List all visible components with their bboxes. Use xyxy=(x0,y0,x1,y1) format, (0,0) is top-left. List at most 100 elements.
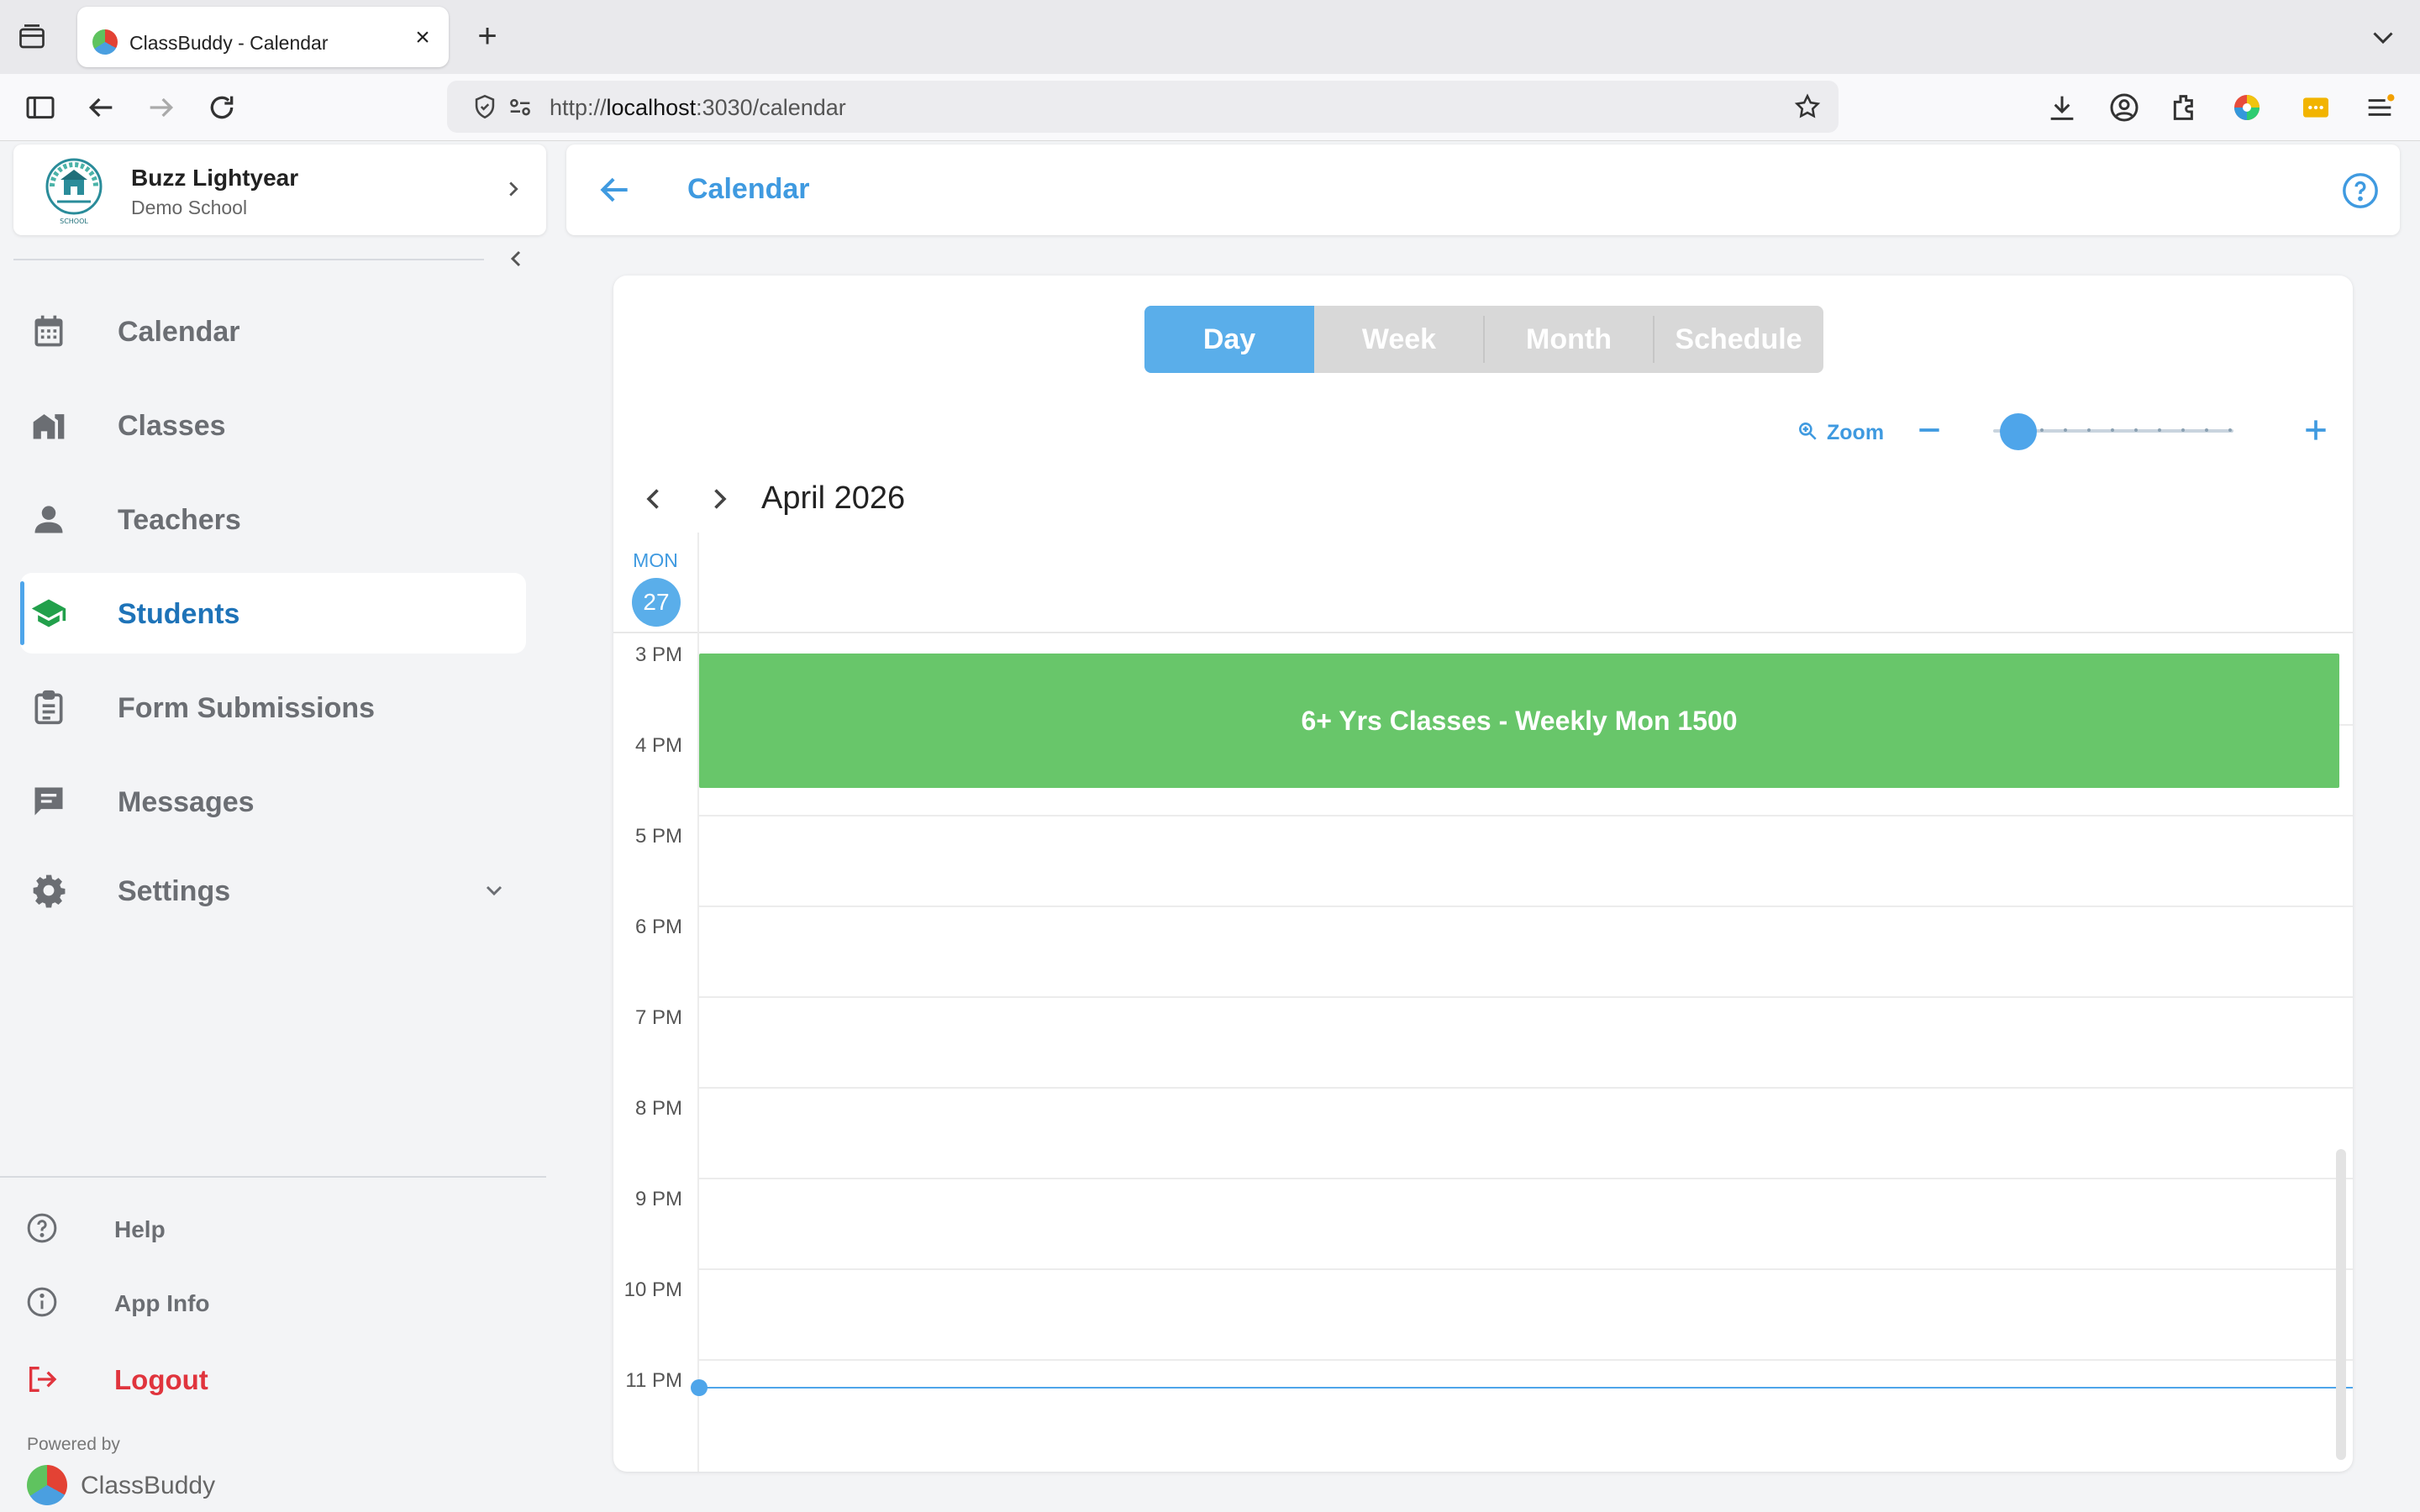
calendar-event[interactable]: 6+ Yrs Classes - Weekly Mon 1500 xyxy=(699,654,2339,788)
hour-line xyxy=(697,1087,2353,1089)
chevron-down-icon[interactable] xyxy=(481,877,508,904)
chevron-right-icon[interactable] xyxy=(501,176,526,202)
hour-label: 11 PM xyxy=(625,1369,682,1392)
zoom-icon xyxy=(1799,423,1817,440)
scrollbar[interactable] xyxy=(2336,1149,2346,1460)
view-month-button[interactable]: Month xyxy=(1484,306,1654,373)
logout-icon xyxy=(29,1367,57,1392)
view-day-button[interactable]: Day xyxy=(1144,306,1314,373)
hour-line xyxy=(697,1178,2353,1179)
profile-school: Demo School xyxy=(131,197,248,218)
reload-icon[interactable] xyxy=(205,91,239,124)
hour-label: 7 PM xyxy=(634,1006,682,1029)
logout-label: Logout xyxy=(114,1364,208,1395)
sidebar-item-label: Settings xyxy=(118,875,231,907)
sidebar-item-label: Students xyxy=(118,598,240,630)
help-circle-icon[interactable] xyxy=(2341,171,2380,210)
page-header: Calendar xyxy=(566,144,2400,235)
zoom-tick xyxy=(2111,428,2114,432)
logout-button[interactable]: Logout xyxy=(25,1354,361,1404)
divider xyxy=(0,1176,546,1178)
account-icon[interactable] xyxy=(2107,91,2141,124)
sidebar: SCHOOL Buzz Lightyear Demo School Calend… xyxy=(0,141,546,1512)
forward-icon[interactable] xyxy=(145,91,178,124)
menu-icon[interactable] xyxy=(2363,91,2396,124)
chevron-down-icon[interactable] xyxy=(2368,22,2398,52)
browser-tab[interactable]: ClassBuddy - Calendar × xyxy=(77,7,449,67)
zoom-tick xyxy=(2228,428,2232,432)
zoom-label: Zoom xyxy=(1827,421,1885,444)
hour-line xyxy=(697,1359,2353,1361)
day-number[interactable]: 27 xyxy=(632,578,681,627)
back-icon[interactable] xyxy=(84,91,118,124)
app-info-label: App Info xyxy=(114,1290,210,1316)
sidebar-item-teachers[interactable]: Teachers xyxy=(20,479,526,559)
hour-label: 10 PM xyxy=(623,1278,682,1301)
hour-line xyxy=(697,815,2353,816)
current-time-dot xyxy=(691,1379,708,1396)
extensions-icon[interactable] xyxy=(2168,91,2202,124)
day-header[interactable]: MON 27 xyxy=(613,543,697,635)
sidebar-item-settings[interactable]: Settings xyxy=(20,850,526,931)
password-manager-icon[interactable] xyxy=(2299,91,2333,124)
zoom-tick xyxy=(2064,428,2067,432)
collapse-sidebar-icon[interactable] xyxy=(502,245,529,272)
hour-label: 4 PM xyxy=(634,734,682,757)
new-tab-icon[interactable]: + xyxy=(471,19,504,54)
month-label: April 2026 xyxy=(761,480,906,516)
school-logo-icon: SCHOOL xyxy=(45,158,103,225)
help-link[interactable]: Help xyxy=(25,1203,361,1253)
browser-tab-bar: ClassBuddy - Calendar × + xyxy=(0,0,2420,74)
zoom-tick xyxy=(2181,428,2185,432)
view-schedule-button[interactable]: Schedule xyxy=(1654,306,1823,373)
sidebar-item-label: Form Submissions xyxy=(118,692,376,724)
sidebar-item-form-submissions[interactable]: Form Submissions xyxy=(20,667,526,748)
classbuddy-favicon-icon xyxy=(92,29,118,55)
zoom-tick xyxy=(2158,428,2161,432)
sidebar-item-calendar[interactable]: Calendar xyxy=(20,291,526,371)
url-text: http://localhost:3030/calendar xyxy=(550,95,846,120)
gear-icon xyxy=(33,874,66,908)
hour-line xyxy=(697,996,2353,998)
app-info-link[interactable]: App Info xyxy=(25,1277,361,1327)
bookmark-star-icon[interactable] xyxy=(1793,92,1822,121)
shield-icon[interactable] xyxy=(471,92,499,121)
brand-name: ClassBuddy xyxy=(81,1472,216,1499)
back-arrow-icon[interactable] xyxy=(597,171,634,208)
sidebar-item-label: Classes xyxy=(118,410,226,442)
profile-card[interactable]: SCHOOL Buzz Lightyear Demo School xyxy=(13,144,546,235)
view-week-button[interactable]: Week xyxy=(1314,306,1484,373)
hour-line xyxy=(697,906,2353,907)
zoom-control: Zoom xyxy=(1797,410,2334,452)
zoom-in-icon[interactable] xyxy=(2299,413,2333,447)
sidebar-item-students[interactable]: Students xyxy=(20,573,526,654)
site-permissions-icon[interactable] xyxy=(506,92,534,121)
color-wheel-icon[interactable] xyxy=(2230,91,2264,124)
hour-label: 8 PM xyxy=(634,1097,682,1120)
view-toggle: Day Week Month Schedule xyxy=(1144,306,1823,373)
message-icon xyxy=(34,787,63,816)
graduation-cap-icon xyxy=(31,599,66,627)
powered-by-text: Powered by xyxy=(27,1435,120,1454)
day-of-week: MON xyxy=(633,549,678,571)
downloads-icon[interactable] xyxy=(2045,91,2079,124)
sidebar-item-label: Calendar xyxy=(118,316,240,348)
hour-label: 9 PM xyxy=(634,1188,682,1210)
address-bar[interactable]: http://localhost:3030/calendar xyxy=(447,81,1839,133)
zoom-slider-thumb[interactable] xyxy=(2000,413,2037,450)
zoom-out-icon[interactable] xyxy=(1912,413,1946,447)
chevron-right-icon[interactable] xyxy=(704,484,734,514)
divider xyxy=(13,259,484,260)
sidebar-item-classes[interactable]: Classes xyxy=(20,385,526,465)
hour-line xyxy=(697,1268,2353,1270)
zoom-tick xyxy=(2134,428,2138,432)
chevron-left-icon[interactable] xyxy=(639,484,669,514)
sidebar-item-messages[interactable]: Messages xyxy=(20,761,526,842)
close-tab-icon[interactable]: × xyxy=(410,25,435,50)
info-icon xyxy=(27,1287,57,1317)
person-icon xyxy=(34,506,63,533)
calendar-card: Day Week Month Schedule Zoom April 2026 … xyxy=(613,276,2353,1472)
tab-list-icon[interactable] xyxy=(17,22,47,52)
browser-nav-bar: http://localhost:3030/calendar xyxy=(0,74,2420,141)
sidebar-toggle-icon[interactable] xyxy=(24,91,57,124)
